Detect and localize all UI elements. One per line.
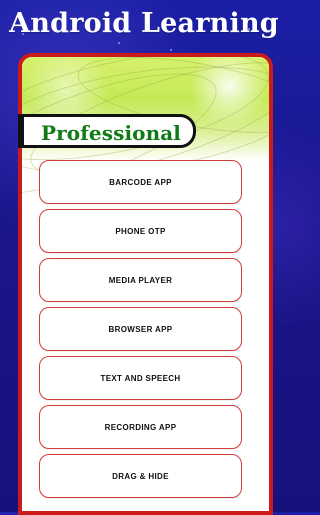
section-title: Professional (41, 121, 181, 145)
section-header: Professional (18, 114, 196, 148)
menu-list: BARCODE APP PHONE OTP MEDIA PLAYER BROWS… (39, 160, 242, 503)
app-title: Android Learning (9, 8, 279, 39)
drag-and-hide-label: DRAG & HIDE (112, 471, 169, 481)
media-player-button[interactable]: MEDIA PLAYER (39, 258, 242, 302)
drag-and-hide-button[interactable]: DRAG & HIDE (39, 454, 242, 498)
barcode-app-label: BARCODE APP (109, 177, 172, 187)
background-sparkle (118, 42, 120, 44)
barcode-app-button[interactable]: BARCODE APP (39, 160, 242, 204)
text-and-speech-button[interactable]: TEXT AND SPEECH (39, 356, 242, 400)
browser-app-label: BROWSER APP (108, 324, 173, 334)
phone-otp-button[interactable]: PHONE OTP (39, 209, 242, 253)
media-player-label: MEDIA PLAYER (108, 275, 173, 285)
browser-app-button[interactable]: BROWSER APP (39, 307, 242, 351)
recording-app-label: RECORDING APP (104, 422, 177, 432)
text-and-speech-label: TEXT AND SPEECH (100, 373, 181, 383)
background-sparkle (170, 49, 172, 51)
recording-app-button[interactable]: RECORDING APP (39, 405, 242, 449)
phone-otp-label: PHONE OTP (115, 226, 166, 236)
